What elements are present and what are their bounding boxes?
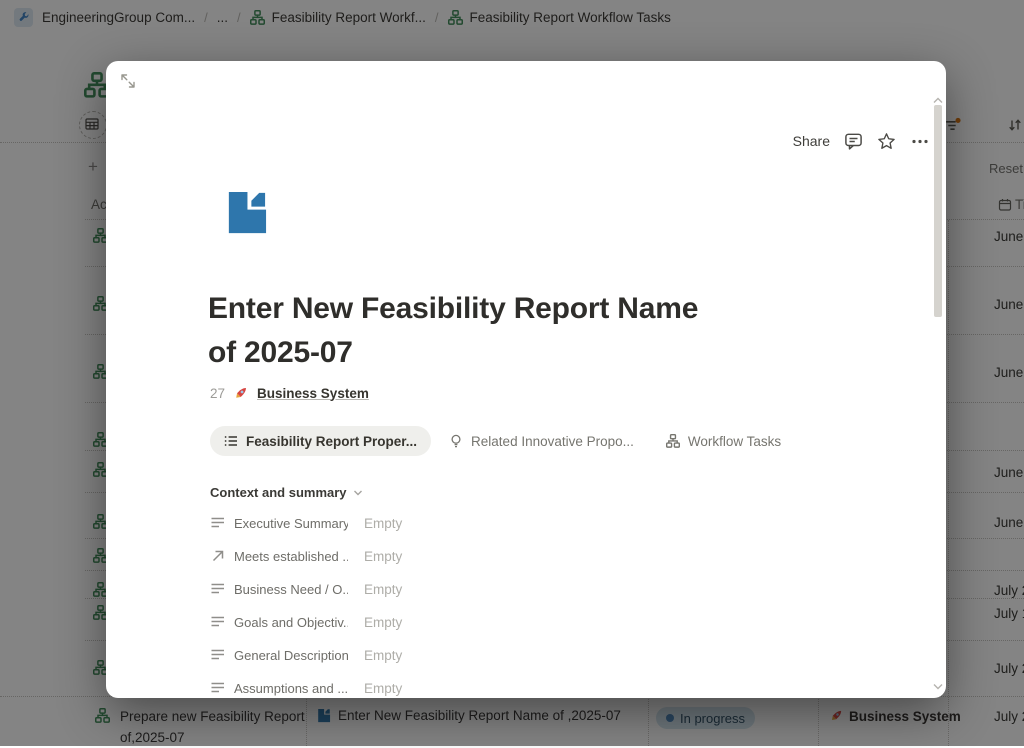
text-property-icon [210,680,226,696]
lightbulb-icon [449,434,463,448]
tab-related-innovative-proposals[interactable]: Related Innovative Propo... [449,426,634,456]
expand-page-icon[interactable] [120,73,136,89]
property-row-business-need[interactable]: Business Need / O... Empty [210,579,402,599]
property-row-goals-and-objectives[interactable]: Goals and Objectiv... Empty [210,612,402,632]
scroll-up-icon[interactable] [933,97,943,104]
section-context-and-summary[interactable]: Context and summary [210,485,363,500]
text-property-icon [210,647,226,663]
scrollbar-thumb[interactable] [934,105,942,317]
text-property-icon [210,581,226,597]
favorite-star-icon[interactable] [877,132,896,151]
list-properties-icon [224,434,238,448]
page-tabs: Feasibility Report Proper... Related Inn… [210,426,781,456]
property-row-executive-summary[interactable]: Executive Summary Empty [210,513,402,533]
record-count: 27 [210,386,225,401]
page-meta: 27 Business System [210,385,369,401]
share-button[interactable]: Share [793,133,830,149]
modal-scrollbar[interactable] [933,97,943,690]
comments-icon[interactable] [844,132,863,151]
page-title[interactable]: Enter New Feasibility Report Name of 202… [208,287,848,375]
property-value: Empty [364,549,402,564]
property-row-meets-established[interactable]: Meets established ... Empty [210,546,402,566]
property-list: Executive Summary Empty Meets establishe… [210,513,402,698]
property-value: Empty [364,516,402,531]
modal-actions: Share [793,129,930,153]
text-property-icon [210,515,226,531]
rocket-icon [233,385,249,401]
arrow-up-right-icon [210,548,226,564]
property-value: Empty [364,582,402,597]
business-system-link[interactable]: Business System [257,386,369,401]
tab-workflow-tasks[interactable]: Workflow Tasks [666,426,781,456]
more-options-icon[interactable] [910,132,930,151]
workflow-icon [666,434,680,448]
property-row-general-description[interactable]: General Description Empty [210,645,402,665]
property-value: Empty [364,615,402,630]
property-row-assumptions[interactable]: Assumptions and ... Empty [210,678,402,698]
chevron-down-icon [353,488,363,498]
page-peek-modal: Share Enter New [106,61,946,698]
page-document-icon[interactable] [222,189,269,236]
text-property-icon [210,614,226,630]
property-value: Empty [364,648,402,663]
property-value: Empty [364,681,402,696]
tab-feasibility-report-properties[interactable]: Feasibility Report Proper... [210,426,431,456]
scroll-down-icon[interactable] [933,683,943,690]
